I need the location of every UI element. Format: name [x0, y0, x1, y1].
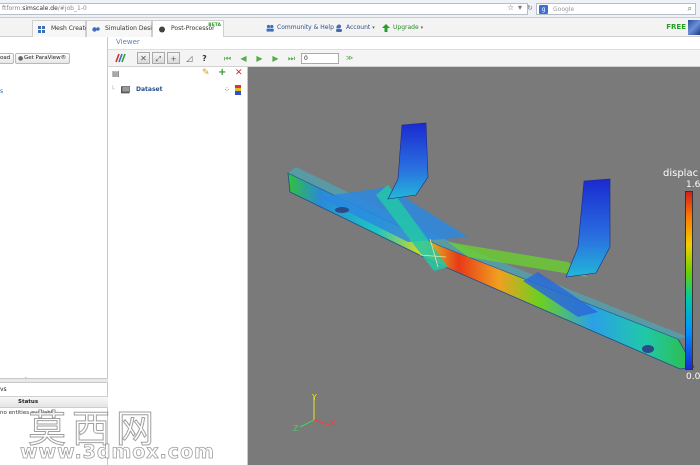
edit-icon[interactable]: ✎	[202, 68, 210, 78]
legend-title: displac	[663, 168, 699, 179]
gears-icon	[92, 27, 100, 32]
get-paraview-button[interactable]: ● Get ParaView®	[15, 53, 71, 64]
grid-icon	[38, 26, 45, 33]
plan-badge: FREE	[666, 23, 686, 31]
tab-mesh-creator[interactable]: Mesh Creator	[32, 20, 91, 37]
app-tab-bar: Mesh Creator Simulation Designer Post-Pr…	[0, 18, 700, 38]
legend-max-label: 1.6	[686, 180, 700, 190]
zoom-fit-icon: ⤢	[155, 55, 162, 63]
viewer-toolbar: ✕ ⤢ + ◿ ? ⏮ ◀ ▶ ▶ ⏭ 0 ≫	[108, 50, 700, 67]
reload-icon[interactable]: ↻	[527, 3, 533, 13]
star-icon[interactable]: ☆	[507, 3, 514, 13]
first-frame-button[interactable]: ⏮	[221, 52, 234, 64]
simulation-model	[287, 122, 695, 428]
axis-label-z: Z	[293, 424, 299, 433]
tree-line: └	[111, 86, 115, 93]
address-bar[interactable]: ftform.simscale.de/#job_1-0	[0, 3, 528, 15]
chevron-down-icon: ▾	[372, 25, 375, 31]
help-icon: ?	[202, 54, 207, 63]
search-input[interactable]: Google	[553, 6, 574, 13]
legend-min-label: 0.0	[686, 372, 700, 382]
first-frame-icon: ⏮	[223, 54, 232, 63]
account-label: Account	[346, 24, 371, 31]
app-window: ftform.simscale.de/#job_1-0 ☆ ▾ ↻ g Goog…	[0, 0, 700, 465]
upgrade-label: Upgrade	[393, 24, 419, 31]
upgrade-menu[interactable]: Upgrade ▾	[382, 21, 423, 35]
left-toolbar: oad ● Get ParaView®	[0, 52, 108, 66]
url-host: simscale.de	[22, 5, 58, 12]
dot-icon	[159, 26, 165, 33]
play-button[interactable]: ▶	[253, 52, 266, 64]
search-bar[interactable]: g Google ⌕	[536, 3, 696, 15]
add-icon[interactable]: +	[218, 67, 226, 78]
frame-input[interactable]: 0	[301, 53, 339, 64]
upgrade-icon	[382, 24, 390, 32]
search-icon[interactable]: ⌕	[688, 4, 692, 14]
pick-button[interactable]: +	[167, 52, 180, 64]
dataset-label: Dataset	[136, 86, 163, 93]
tab-post-processor[interactable]: Post-Processor BETA	[152, 20, 224, 38]
simscale-logo	[688, 20, 700, 35]
help-button[interactable]: ?	[198, 52, 211, 64]
delete-icon[interactable]: ✕	[235, 68, 243, 78]
user-icon	[336, 24, 342, 32]
browser-toolbar: ftform.simscale.de/#job_1-0 ☆ ▾ ↻ g Goog…	[0, 0, 700, 18]
community-help-menu[interactable]: Community & Help ▾	[266, 21, 338, 35]
load-button[interactable]: oad	[0, 53, 15, 64]
left-link[interactable]: s	[0, 88, 3, 95]
zoom-fit-button[interactable]: ⤢	[152, 52, 165, 64]
prev-frame-icon: ◀	[240, 54, 247, 63]
url-text: ftform.simscale.de/#job_1-0	[2, 5, 87, 12]
dataset-icon	[121, 86, 130, 94]
watermark-url: www.3dmox.com	[20, 441, 215, 464]
document-icon[interactable]: ▤	[112, 69, 120, 78]
url-prefix: ftform.	[2, 5, 23, 12]
prev-frame-button[interactable]: ◀	[237, 52, 250, 64]
pipeline-toolbar: ▤ ✎ + ✕	[108, 67, 248, 81]
users-icon	[266, 24, 274, 32]
point-cloud-icon[interactable]: ⁘	[224, 84, 230, 96]
community-help-label: Community & Help	[277, 24, 334, 31]
chevron-down-icon: ▾	[420, 25, 424, 31]
google-icon[interactable]: g	[539, 5, 548, 14]
dropdown-arrow-icon[interactable]: ▾	[518, 3, 522, 13]
tab-jobs[interactable]: vs	[0, 386, 7, 393]
next-frame-button[interactable]: ▶	[269, 52, 282, 64]
viewer-title: Viewer	[116, 38, 140, 46]
last-frame-icon: ⏭	[287, 54, 296, 63]
axis-label-y: Y	[312, 393, 317, 402]
pick-icon: +	[170, 55, 177, 63]
last-frame-button[interactable]: ⏭	[285, 52, 298, 64]
pipeline-item-dataset[interactable]: └ Dataset ⁘	[108, 84, 248, 96]
color-map-icon[interactable]	[114, 52, 127, 64]
get-paraview-label: Get ParaView®	[24, 55, 67, 61]
play-icon: ▶	[256, 54, 263, 63]
color-legend-bar	[685, 191, 693, 370]
reset-camera-button[interactable]: ✕	[137, 52, 150, 64]
color-legend-icon[interactable]	[235, 85, 241, 95]
go-frame-button[interactable]: ≫	[343, 52, 356, 64]
paraview-icon: ●	[18, 55, 24, 62]
ruler-button[interactable]: ◿	[183, 52, 196, 64]
axis-label-x: X	[330, 419, 336, 428]
ruler-icon: ◿	[186, 54, 193, 63]
tab-simulation-designer[interactable]: Simulation Designer	[86, 20, 166, 37]
account-menu[interactable]: Account ▾	[335, 21, 375, 35]
next-frame-icon: ▶	[272, 54, 279, 63]
render-viewport[interactable]: Y X Z displac 1.6 0.0	[248, 67, 700, 465]
bottom-tabs: vs	[0, 383, 108, 397]
viewer-header: Viewer	[108, 37, 700, 50]
beta-badge: BETA	[208, 23, 221, 28]
url-path: /#job_1-0	[57, 5, 87, 12]
reset-camera-icon: ✕	[140, 54, 147, 63]
